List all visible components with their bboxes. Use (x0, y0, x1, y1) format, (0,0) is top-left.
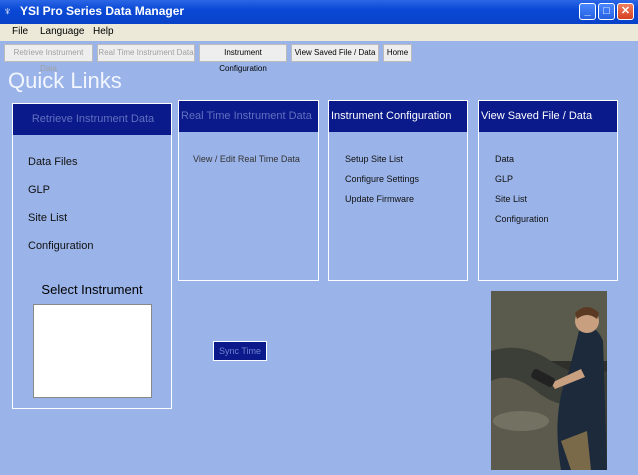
tab-row: Retrieve Instrument Data Real Time Instr… (0, 41, 638, 73)
field-sampling-photo-graphic (491, 291, 607, 470)
tab-real-time-instrument-data[interactable]: Real Time Instrument Data (97, 44, 195, 62)
panel-title: View Saved File / Data (479, 101, 617, 132)
tab-home[interactable]: Home (383, 44, 412, 62)
link-glp[interactable]: GLP (495, 174, 513, 184)
link-site-list[interactable]: Site List (495, 194, 527, 204)
tab-retrieve-instrument-data[interactable]: Retrieve Instrument Data (4, 44, 93, 73)
panel-instrument-configuration: Instrument Configuration Setup Site List… (328, 100, 468, 281)
panel-retrieve-instrument-data: Retrieve Instrument Data Data Files GLP … (12, 103, 172, 409)
panel-title: Instrument Configuration (329, 101, 467, 132)
menu-file[interactable]: File (12, 26, 28, 37)
instrument-list[interactable] (33, 304, 152, 398)
panel-real-time-instrument-data: Real Time Instrument Data View / Edit Re… (178, 100, 319, 281)
link-site-list[interactable]: Site List (28, 212, 67, 224)
panel-title: Real Time Instrument Data (179, 101, 318, 132)
link-setup-site-list[interactable]: Setup Site List (345, 154, 403, 164)
field-sampling-photo (491, 291, 607, 470)
link-update-firmware[interactable]: Update Firmware (345, 194, 414, 204)
link-configure-settings[interactable]: Configure Settings (345, 174, 419, 184)
title-bar: ♆ YSI Pro Series Data Manager _ □ ✕ (0, 0, 638, 24)
link-data[interactable]: Data (495, 154, 514, 164)
panel-title: Retrieve Instrument Data (13, 104, 171, 135)
menu-bar: File Language Help (0, 24, 638, 41)
menu-language[interactable]: Language (40, 26, 85, 37)
link-configuration[interactable]: Configuration (495, 214, 549, 224)
window-title: YSI Pro Series Data Manager (20, 4, 185, 18)
tab-view-saved-file-data[interactable]: View Saved File / Data (291, 44, 379, 62)
page-title: Quick Links (8, 68, 122, 93)
link-view-edit-real-time-data[interactable]: View / Edit Real Time Data (193, 154, 300, 164)
link-data-files[interactable]: Data Files (28, 156, 78, 168)
menu-help[interactable]: Help (93, 26, 114, 37)
panel-view-saved-file-data: View Saved File / Data Data GLP Site Lis… (478, 100, 618, 281)
app-icon: ♆ (3, 4, 12, 18)
link-configuration[interactable]: Configuration (28, 240, 93, 252)
maximize-button[interactable]: □ (598, 3, 615, 20)
sync-time-button[interactable]: Sync Time (213, 341, 267, 361)
tab-instrument-configuration[interactable]: Instrument Configuration (199, 44, 287, 73)
close-button[interactable]: ✕ (617, 3, 634, 20)
select-instrument-label: Select Instrument (41, 282, 143, 297)
link-glp[interactable]: GLP (28, 184, 50, 196)
minimize-button[interactable]: _ (579, 3, 596, 20)
